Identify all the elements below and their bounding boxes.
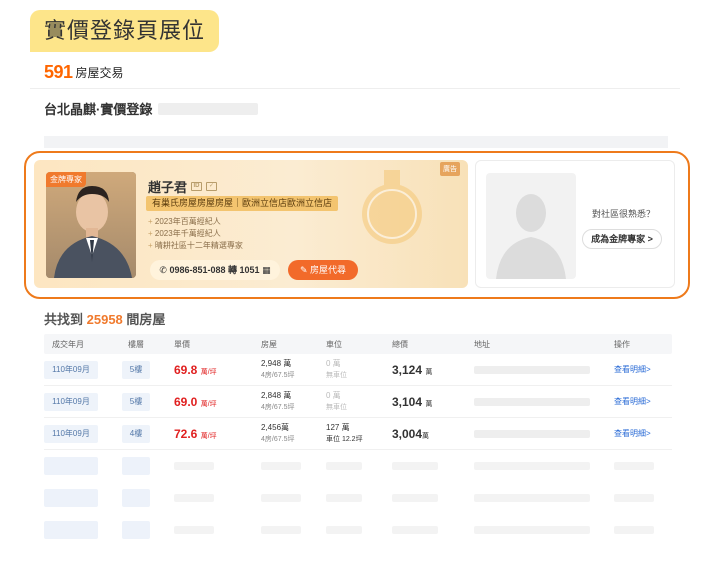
loading-row (44, 514, 672, 546)
gold-medal-icon (362, 170, 422, 244)
avatar-placeholder (486, 173, 576, 279)
house-price: 2,948 萬 4房/67.5坪 (261, 359, 295, 379)
header-divider (30, 88, 680, 89)
house-search-label: 房屋代尋 (310, 265, 347, 275)
person-silhouette-icon (496, 194, 566, 279)
agent-name: 趙子君 (148, 180, 188, 195)
pencil-icon: ✎ (299, 265, 308, 275)
view-detail-link[interactable]: 查看明細> (614, 428, 651, 439)
transactions-table: 成交年月 樓層 單價 房屋 車位 總價 地址 操作 110年09月 5樓 69.… (44, 334, 672, 546)
floor: 5樓 (122, 361, 150, 379)
honor-item: 晴耕社區十二年精選專家 (148, 240, 243, 252)
unit-price: 69.8 萬/坪 (174, 363, 217, 377)
unit-price: 69.0 萬/坪 (174, 395, 217, 409)
result-suffix: 間房屋 (126, 312, 166, 327)
logo-number: 591 (44, 62, 73, 82)
col-action: 操作 (614, 340, 630, 349)
col-total: 總價 (392, 340, 408, 349)
deal-date: 110年09月 (44, 361, 98, 379)
placeholder-strip (44, 136, 668, 148)
gold-expert-ribbon: 金牌專家 (46, 172, 86, 187)
breadcrumb-placeholder (158, 102, 259, 115)
total-price: 3,104 萬 (392, 395, 433, 409)
table-row[interactable]: 110年09月 5樓 69.0 萬/坪 2,848 萬 4房/67.5坪 0 萬無… (44, 386, 672, 418)
col-date: 成交年月 (52, 340, 84, 349)
address-placeholder (474, 398, 590, 406)
col-parking: 車位 (326, 340, 342, 349)
expert-question: 對社區很熟悉？ (592, 209, 656, 219)
floor: 4樓 (122, 425, 150, 443)
col-address: 地址 (474, 340, 490, 349)
parking-price: 127 萬車位 12.2坪 (326, 423, 363, 443)
breadcrumb-title: 台北晶麒·實價登錄 (44, 102, 153, 117)
deal-date: 110年09月 (44, 393, 98, 411)
house-price: 2,456萬 4房/67.5坪 (261, 423, 295, 443)
agent-photo[interactable]: 金牌專家 (46, 172, 136, 278)
site-logo[interactable]: 591 房屋交易 (44, 62, 124, 83)
unit-price: 72.6 萬/坪 (174, 427, 217, 441)
id-card-icon: ID (191, 182, 203, 191)
ad-badge: 廣告 (440, 162, 460, 176)
agent-portrait-icon (54, 186, 132, 278)
keypad-icon: ▦ (262, 265, 271, 275)
table-header: 成交年月 樓層 單價 房屋 車位 總價 地址 操作 (44, 334, 672, 354)
result-prefix: 共找到 (44, 312, 84, 327)
phone-button[interactable]: ✆ 0986-851-088 轉 1051 ▦ (150, 260, 280, 280)
page: 實價登錄頁展位 591 房屋交易 台北晶麒·實價登錄 廣告 金牌專家 趙子君 I… (0, 0, 710, 568)
view-detail-link[interactable]: 查看明細> (614, 364, 651, 375)
address-placeholder (474, 366, 590, 374)
certificate-icon: ✓ (206, 182, 218, 191)
breadcrumb: 台北晶麒·實價登錄 (44, 99, 259, 118)
loading-row (44, 482, 672, 514)
deal-date: 110年09月 (44, 425, 98, 443)
honor-item: 2023年百萬經紀人 (148, 216, 243, 228)
table-row[interactable]: 110年09月 5樓 69.8 萬/坪 2,948 萬 4房/67.5坪 0 萬無… (44, 354, 672, 386)
agent-company: 有巢氏房屋房屋房屋｜歐洲立信店歐洲立信店 (146, 196, 339, 211)
logo-text: 房屋交易 (75, 66, 124, 80)
table-row[interactable]: 110年09月 4樓 72.6 萬/坪 2,456萬 4房/67.5坪 127 萬… (44, 418, 672, 450)
phone-icon: ✆ (159, 265, 167, 275)
honor-item: 2023年千萬經紀人 (148, 228, 243, 240)
house-price: 2,848 萬 4房/67.5坪 (261, 391, 295, 411)
total-price: 3,004萬 (392, 427, 430, 441)
agent-name-row: 趙子君 ID ✓ (148, 177, 218, 196)
phone-number: 0986-851-088 轉 1051 (169, 265, 260, 275)
result-count: 共找到 25958 間房屋 (44, 309, 165, 328)
address-placeholder (474, 430, 590, 438)
result-number: 25958 (86, 312, 123, 327)
agent-card[interactable]: 廣告 金牌專家 趙子君 ID ✓ 有巢氏房屋房屋房屋｜歐洲立信店歐洲立信店 20… (34, 160, 468, 288)
col-house: 房屋 (261, 340, 277, 349)
parking-price: 0 萬無車位 (326, 359, 347, 379)
parking-price: 0 萬無車位 (326, 391, 347, 411)
floor: 5樓 (122, 393, 150, 411)
loading-row (44, 450, 672, 482)
view-detail-link[interactable]: 查看明細> (614, 396, 651, 407)
house-search-button[interactable]: ✎ 房屋代尋 (288, 260, 358, 280)
col-unit-price: 單價 (174, 340, 190, 349)
become-expert-card[interactable]: 對社區很熟悉？ 成為金牌專家 > (475, 160, 675, 288)
col-floor: 樓層 (128, 340, 144, 349)
total-price: 3,124 萬 (392, 363, 433, 377)
agent-honors: 2023年百萬經紀人 2023年千萬經紀人 晴耕社區十二年精選專家 (148, 216, 243, 252)
section-tag: 實價登錄頁展位 (30, 10, 220, 52)
become-expert-button[interactable]: 成為金牌專家 > (582, 229, 662, 249)
